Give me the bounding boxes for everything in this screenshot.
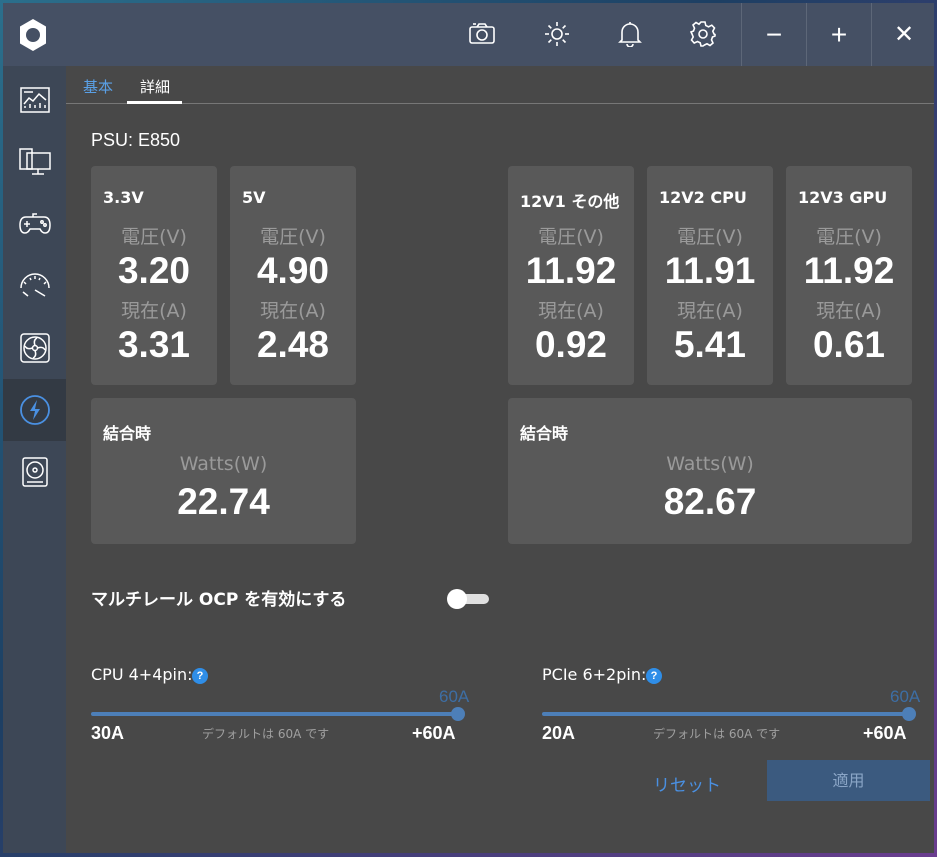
pcie-slider-track[interactable] (542, 712, 909, 716)
current-value: 0.92 (534, 324, 607, 365)
sidebar-item-system[interactable] (3, 131, 66, 193)
active-tab-indicator (127, 101, 182, 104)
rail-name: 12V2 CPU (659, 188, 747, 207)
cpu-slider-label: CPU 4+4pin: (91, 665, 193, 684)
app-logo-icon (20, 19, 46, 51)
current-value: 3.31 (117, 324, 190, 365)
rail-card-5v: 5V 電圧(V) 4.90 現在(A) 2.48 (230, 166, 356, 385)
watts-value: 82.67 (663, 481, 757, 522)
voltage-value: 11.92 (525, 250, 617, 291)
sidebar-item-power[interactable] (3, 379, 66, 441)
rail-name: 12V1 その他 (520, 192, 620, 211)
voltage-label: 電圧(V) (121, 226, 187, 248)
sidebar-item-storage[interactable] (3, 441, 66, 503)
reset-button[interactable]: リセット (653, 771, 721, 796)
current-value: 0.61 (812, 324, 885, 365)
current-label: 現在(A) (260, 300, 326, 322)
current-label: 現在(A) (677, 300, 743, 322)
voltage-label: 電圧(V) (677, 226, 743, 248)
pcie-slider-label: PCIe 6+2pin: (542, 665, 647, 684)
current-label: 現在(A) (121, 300, 187, 322)
rail-name: 3.3V (103, 188, 144, 207)
current-label: 現在(A) (816, 300, 882, 322)
cpu-slider-min: 30A (91, 723, 125, 743)
fan-icon (19, 333, 50, 363)
current-value: 5.41 (673, 324, 746, 365)
rail-card-12v1: 12V1 その他 電圧(V) 11.92 現在(A) 0.92 (508, 166, 634, 385)
apply-button[interactable]: 適用 (767, 760, 930, 801)
camera-icon[interactable] (467, 19, 497, 49)
sidebar-item-dashboard[interactable] (3, 69, 66, 131)
watts-label: Watts(W) (666, 453, 754, 475)
storage-icon (21, 457, 48, 487)
tab-bar: 基本 詳細 (66, 66, 934, 104)
pcie-slider-handle[interactable] (902, 707, 916, 721)
cpu-slider-handle[interactable] (451, 707, 465, 721)
combined-card-low: 結合時 Watts(W) 22.74 (91, 398, 356, 544)
gear-icon[interactable] (688, 19, 718, 49)
minimize-button[interactable]: − (741, 3, 806, 66)
voltage-label: 電圧(V) (260, 226, 326, 248)
combined-name: 結合時 (520, 424, 569, 443)
rail-name: 12V3 GPU (798, 188, 888, 207)
current-value: 2.48 (256, 324, 329, 365)
pcie-slider-value: 60A (890, 687, 921, 706)
system-icon (18, 148, 51, 175)
pcie-slider-max: +60A (863, 723, 907, 743)
sidebar-item-gaming[interactable] (3, 193, 66, 255)
close-button[interactable]: ✕ (871, 3, 936, 66)
gamepad-icon (18, 213, 51, 234)
sidebar-item-cooling[interactable] (3, 317, 66, 379)
gauge-icon (19, 273, 50, 297)
voltage-value: 11.91 (664, 250, 756, 291)
voltage-value: 3.20 (117, 250, 190, 291)
ocp-label: マルチレール OCP を有効にする (91, 590, 347, 610)
cpu-slider-track[interactable] (91, 712, 458, 716)
rail-card-12v2: 12V2 CPU 電圧(V) 11.91 現在(A) 5.41 (647, 166, 773, 385)
voltage-value: 11.92 (803, 250, 895, 291)
combined-card-12v: 結合時 Watts(W) 82.67 (508, 398, 912, 544)
watts-value: 22.74 (177, 481, 270, 522)
pcie-slider-min: 20A (542, 723, 576, 743)
tab-detail[interactable]: 詳細 (140, 76, 170, 97)
psu-title: PSU: E850 (91, 130, 181, 150)
dashboard-icon (19, 87, 50, 113)
sidebar (3, 66, 66, 853)
current-label: 現在(A) (538, 300, 604, 322)
power-icon (19, 395, 50, 425)
cpu-slider-value: 60A (439, 687, 470, 706)
brightness-icon[interactable] (542, 19, 572, 49)
cpu-slider-default: デフォルトは 60A です (202, 727, 330, 741)
cpu-help-icon[interactable]: ? (192, 668, 208, 684)
ocp-toggle[interactable] (447, 589, 489, 609)
title-bar: − + ✕ (3, 3, 934, 66)
voltage-label: 電圧(V) (816, 226, 882, 248)
pcie-help-icon[interactable]: ? (646, 668, 662, 684)
voltage-label: 電圧(V) (538, 226, 604, 248)
sidebar-item-performance[interactable] (3, 255, 66, 317)
rail-card-3v3: 3.3V 電圧(V) 3.20 現在(A) 3.31 (91, 166, 217, 385)
maximize-button[interactable]: + (806, 3, 871, 66)
voltage-value: 4.90 (256, 250, 329, 291)
bell-icon[interactable] (615, 19, 645, 49)
toggle-knob (447, 589, 467, 609)
pcie-slider-default: デフォルトは 60A です (653, 727, 781, 741)
cpu-slider-max: +60A (412, 723, 456, 743)
app-window: − + ✕ 基本 詳細 PSU: E850 3.3V 電圧(V) 3.20 現在… (3, 3, 934, 853)
watts-label: Watts(W) (179, 453, 268, 475)
rail-card-12v3: 12V3 GPU 電圧(V) 11.92 現在(A) 0.61 (786, 166, 912, 385)
combined-name: 結合時 (103, 424, 152, 443)
rail-name: 5V (242, 188, 266, 207)
tab-basic[interactable]: 基本 (83, 76, 113, 97)
